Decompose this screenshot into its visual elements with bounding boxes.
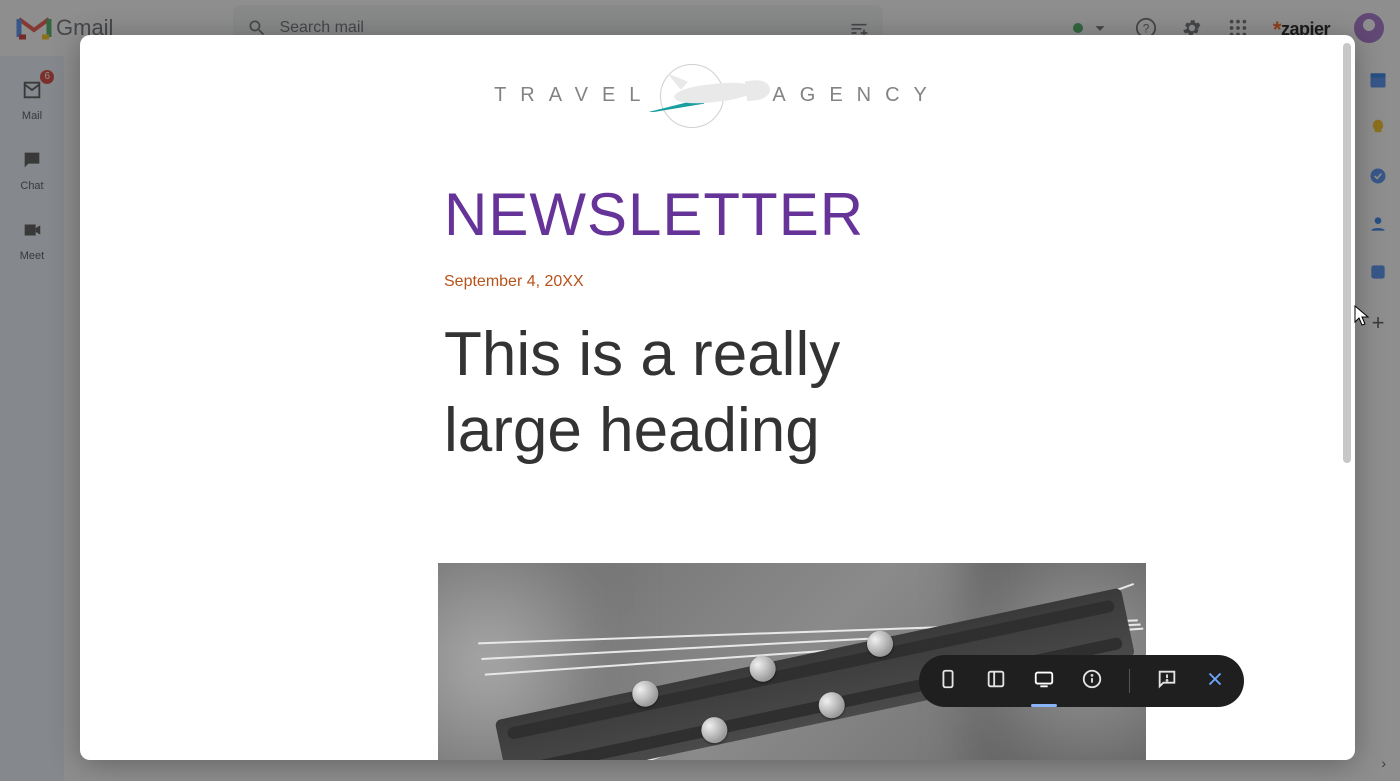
preview-toolbar <box>919 655 1244 707</box>
preview-modal: TRAVEL AGENCY NEWSLETTER September 4, 20… <box>80 35 1355 760</box>
newsletter-heading: This is a really large heading <box>444 317 864 468</box>
logo-word-left: TRAVEL <box>494 84 654 107</box>
feedback-icon <box>1156 668 1178 690</box>
newsletter-title: NEWSLETTER <box>444 180 1355 249</box>
agency-logo: TRAVEL AGENCY <box>80 50 1355 140</box>
info-icon <box>1081 668 1103 690</box>
newsletter-content: NEWSLETTER September 4, 20XX This is a r… <box>444 180 1355 468</box>
mobile-view-button[interactable] <box>937 668 959 695</box>
logo-word-right: AGENCY <box>772 84 940 107</box>
cursor-icon <box>1354 305 1370 327</box>
desktop-view-button[interactable] <box>1033 668 1055 695</box>
scrollbar[interactable] <box>1343 43 1351 463</box>
feedback-button[interactable] <box>1156 668 1178 695</box>
mobile-icon <box>937 668 959 690</box>
close-icon <box>1204 668 1226 690</box>
info-button[interactable] <box>1081 668 1103 695</box>
close-button[interactable] <box>1204 668 1226 695</box>
tablet-icon <box>985 668 1007 690</box>
plane-icon <box>648 60 778 130</box>
newsletter-date: September 4, 20XX <box>444 273 1355 291</box>
tablet-view-button[interactable] <box>985 668 1007 695</box>
desktop-icon <box>1033 668 1055 690</box>
toolbar-divider <box>1129 669 1130 693</box>
